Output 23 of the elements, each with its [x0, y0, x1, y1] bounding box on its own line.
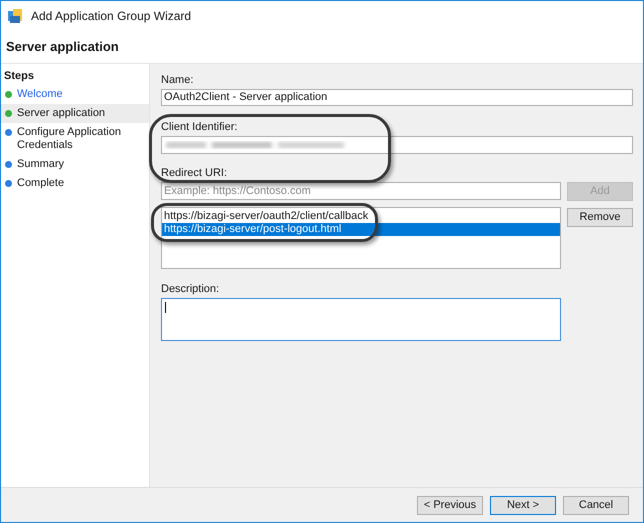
uri-list-item[interactable]: https://bizagi-server/oauth2/client/callback [162, 210, 560, 223]
wizard-button[interactable]: Next > [490, 496, 556, 514]
remove-button[interactable]: Remove [567, 208, 633, 227]
text-cursor [165, 302, 166, 313]
step-item[interactable]: Server application [1, 104, 149, 123]
client-identifier-field[interactable] [161, 136, 633, 154]
wizard-button[interactable]: < Previous [417, 496, 483, 514]
step-item[interactable]: Configure Application Credentials [1, 123, 149, 155]
field-label: Description: [161, 282, 220, 297]
page-title: Server application [6, 38, 119, 56]
description-field[interactable] [161, 298, 561, 341]
app-icon [7, 8, 23, 24]
field-label: Name: [161, 73, 194, 88]
uri-list-item[interactable]: https://bizagi-server/post-logout.html [162, 223, 560, 236]
uri-list[interactable]: https://bizagi-server/oauth2/client/callback https://bizagi-server/post-logout.html [161, 207, 561, 269]
step-item[interactable]: Welcome [1, 85, 149, 104]
field-label: Redirect URI: [161, 166, 228, 181]
step-item[interactable]: Summary [1, 155, 149, 174]
field-label: Client Identifier: [161, 120, 238, 135]
wizard-button[interactable]: Cancel [563, 496, 629, 514]
steps-heading: Steps [3, 69, 35, 84]
window-title: Add Application Group Wizard [31, 8, 192, 24]
step-item[interactable]: Complete [1, 174, 149, 193]
